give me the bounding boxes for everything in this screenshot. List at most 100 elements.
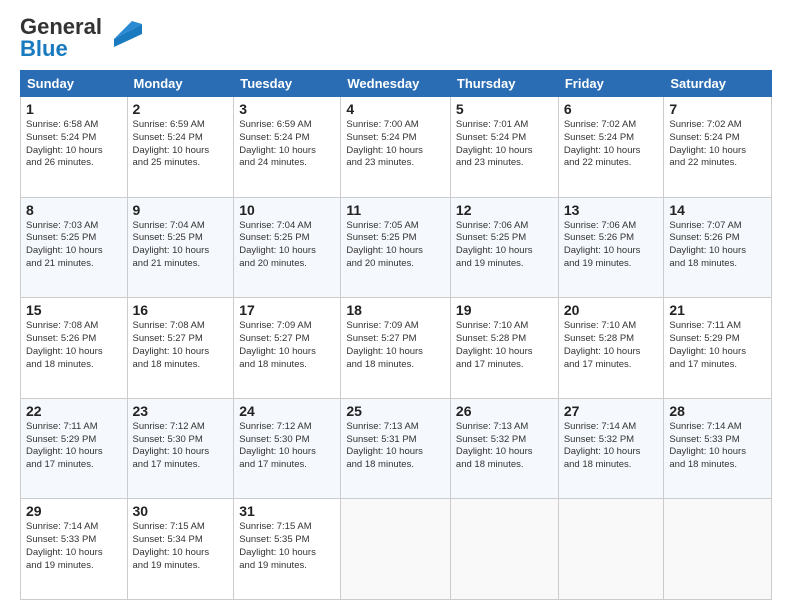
page: GeneralBlue SundayMondayTuesdayWednesday… [0, 0, 792, 612]
calendar-cell: 5 Sunrise: 7:01 AM Sunset: 5:24 PM Daylig… [450, 97, 558, 198]
day-number: 19 [456, 302, 553, 318]
day-number: 26 [456, 403, 553, 419]
day-number: 5 [456, 101, 553, 117]
calendar-header-saturday: Saturday [664, 71, 772, 97]
calendar-cell: 12Sunrise: 7:06 AM Sunset: 5:25 PM Dayli… [450, 197, 558, 298]
calendar-cell: 26 Sunrise: 7:13 AM Sunset: 5:32 PM Dayli… [450, 398, 558, 499]
day-number: 29 [26, 503, 122, 519]
day-info: Sunrise: 7:11 AM Sunset: 5:29 PM Dayligh… [669, 320, 766, 371]
day-number: 9 [133, 202, 229, 218]
calendar-cell: 22 Sunrise: 7:11 AM Sunset: 5:29 PM Dayli… [21, 398, 128, 499]
calendar-cell: 27Sunrise: 7:14 AM Sunset: 5:32 PM Dayli… [558, 398, 664, 499]
calendar-header-thursday: Thursday [450, 71, 558, 97]
day-number: 6 [564, 101, 659, 117]
calendar-cell: 30 Sunrise: 7:15 AM Sunset: 5:34 PM Dayli… [127, 499, 234, 600]
day-number: 8 [26, 202, 122, 218]
calendar-cell: 31 Sunrise: 7:15 AM Sunset: 5:35 PM Dayli… [234, 499, 341, 600]
day-info: Sunrise: 7:02 AM Sunset: 5:24 PM Dayligh… [564, 119, 659, 170]
day-info: Sunrise: 7:13 AM Sunset: 5:31 PM Dayligh… [346, 421, 445, 472]
calendar-week-row: 22 Sunrise: 7:11 AM Sunset: 5:29 PM Dayli… [21, 398, 772, 499]
calendar-cell: 2 Sunrise: 6:59 AM Sunset: 5:24 PM Daylig… [127, 97, 234, 198]
day-number: 28 [669, 403, 766, 419]
day-info: Sunrise: 7:06 AM Sunset: 5:26 PM Dayligh… [564, 220, 659, 271]
calendar-cell: 14 Sunrise: 7:07 AM Sunset: 5:26 PM Dayli… [664, 197, 772, 298]
logo: GeneralBlue [20, 16, 142, 60]
calendar-cell: 17 Sunrise: 7:09 AM Sunset: 5:27 PM Dayli… [234, 298, 341, 399]
logo-icon [104, 19, 142, 49]
calendar-cell: 19 Sunrise: 7:10 AM Sunset: 5:28 PM Dayli… [450, 298, 558, 399]
day-number: 24 [239, 403, 335, 419]
calendar-cell: 3 Sunrise: 6:59 AM Sunset: 5:24 PM Daylig… [234, 97, 341, 198]
calendar-cell: 28 Sunrise: 7:14 AM Sunset: 5:33 PM Dayli… [664, 398, 772, 499]
day-info: Sunrise: 7:05 AM Sunset: 5:25 PM Dayligh… [346, 220, 445, 271]
calendar-cell: 13Sunrise: 7:06 AM Sunset: 5:26 PM Dayli… [558, 197, 664, 298]
calendar-cell: 21 Sunrise: 7:11 AM Sunset: 5:29 PM Dayli… [664, 298, 772, 399]
calendar-cell: 15 Sunrise: 7:08 AM Sunset: 5:26 PM Dayli… [21, 298, 128, 399]
day-info: Sunrise: 6:59 AM Sunset: 5:24 PM Dayligh… [239, 119, 335, 170]
day-info: Sunrise: 7:10 AM Sunset: 5:28 PM Dayligh… [456, 320, 553, 371]
calendar-week-row: 29 Sunrise: 7:14 AM Sunset: 5:33 PM Dayli… [21, 499, 772, 600]
day-number: 22 [26, 403, 122, 419]
day-number: 18 [346, 302, 445, 318]
day-number: 10 [239, 202, 335, 218]
day-number: 25 [346, 403, 445, 419]
day-info: Sunrise: 7:14 AM Sunset: 5:33 PM Dayligh… [26, 521, 122, 572]
day-number: 20 [564, 302, 659, 318]
calendar-cell: 9 Sunrise: 7:04 AM Sunset: 5:25 PM Daylig… [127, 197, 234, 298]
day-info: Sunrise: 6:59 AM Sunset: 5:24 PM Dayligh… [133, 119, 229, 170]
day-info: Sunrise: 7:14 AM Sunset: 5:33 PM Dayligh… [669, 421, 766, 472]
calendar-week-row: 8Sunrise: 7:03 AM Sunset: 5:25 PM Daylig… [21, 197, 772, 298]
calendar-cell [341, 499, 451, 600]
day-number: 7 [669, 101, 766, 117]
day-number: 30 [133, 503, 229, 519]
day-info: Sunrise: 7:12 AM Sunset: 5:30 PM Dayligh… [133, 421, 229, 472]
day-number: 31 [239, 503, 335, 519]
day-info: Sunrise: 7:11 AM Sunset: 5:29 PM Dayligh… [26, 421, 122, 472]
calendar-week-row: 1 Sunrise: 6:58 AM Sunset: 5:24 PM Daylig… [21, 97, 772, 198]
calendar-cell [450, 499, 558, 600]
day-number: 2 [133, 101, 229, 117]
day-info: Sunrise: 7:02 AM Sunset: 5:24 PM Dayligh… [669, 119, 766, 170]
day-number: 15 [26, 302, 122, 318]
day-info: Sunrise: 7:01 AM Sunset: 5:24 PM Dayligh… [456, 119, 553, 170]
day-info: Sunrise: 7:06 AM Sunset: 5:25 PM Dayligh… [456, 220, 553, 271]
day-info: Sunrise: 7:09 AM Sunset: 5:27 PM Dayligh… [239, 320, 335, 371]
day-info: Sunrise: 7:07 AM Sunset: 5:26 PM Dayligh… [669, 220, 766, 271]
day-number: 1 [26, 101, 122, 117]
day-number: 14 [669, 202, 766, 218]
day-number: 23 [133, 403, 229, 419]
day-info: Sunrise: 7:04 AM Sunset: 5:25 PM Dayligh… [133, 220, 229, 271]
calendar-cell: 4Sunrise: 7:00 AM Sunset: 5:24 PM Daylig… [341, 97, 451, 198]
calendar-cell [558, 499, 664, 600]
day-number: 17 [239, 302, 335, 318]
day-info: Sunrise: 7:04 AM Sunset: 5:25 PM Dayligh… [239, 220, 335, 271]
day-info: Sunrise: 7:12 AM Sunset: 5:30 PM Dayligh… [239, 421, 335, 472]
calendar-cell: 8Sunrise: 7:03 AM Sunset: 5:25 PM Daylig… [21, 197, 128, 298]
calendar-cell: 1 Sunrise: 6:58 AM Sunset: 5:24 PM Daylig… [21, 97, 128, 198]
calendar-header-wednesday: Wednesday [341, 71, 451, 97]
day-number: 4 [346, 101, 445, 117]
day-info: Sunrise: 7:10 AM Sunset: 5:28 PM Dayligh… [564, 320, 659, 371]
calendar-cell: 6 Sunrise: 7:02 AM Sunset: 5:24 PM Daylig… [558, 97, 664, 198]
calendar-cell: 25 Sunrise: 7:13 AM Sunset: 5:31 PM Dayli… [341, 398, 451, 499]
calendar-week-row: 15 Sunrise: 7:08 AM Sunset: 5:26 PM Dayli… [21, 298, 772, 399]
day-number: 3 [239, 101, 335, 117]
calendar-cell: 20 Sunrise: 7:10 AM Sunset: 5:28 PM Dayli… [558, 298, 664, 399]
logo-text: GeneralBlue [20, 16, 102, 60]
calendar-header-monday: Monday [127, 71, 234, 97]
calendar-cell: 18 Sunrise: 7:09 AM Sunset: 5:27 PM Dayli… [341, 298, 451, 399]
calendar-header-friday: Friday [558, 71, 664, 97]
header: GeneralBlue [20, 16, 772, 60]
day-number: 16 [133, 302, 229, 318]
day-info: Sunrise: 6:58 AM Sunset: 5:24 PM Dayligh… [26, 119, 122, 170]
calendar-cell: 24 Sunrise: 7:12 AM Sunset: 5:30 PM Dayli… [234, 398, 341, 499]
day-info: Sunrise: 7:15 AM Sunset: 5:35 PM Dayligh… [239, 521, 335, 572]
calendar-cell: 29 Sunrise: 7:14 AM Sunset: 5:33 PM Dayli… [21, 499, 128, 600]
day-info: Sunrise: 7:13 AM Sunset: 5:32 PM Dayligh… [456, 421, 553, 472]
day-info: Sunrise: 7:08 AM Sunset: 5:26 PM Dayligh… [26, 320, 122, 371]
calendar-cell: 23 Sunrise: 7:12 AM Sunset: 5:30 PM Dayli… [127, 398, 234, 499]
day-info: Sunrise: 7:09 AM Sunset: 5:27 PM Dayligh… [346, 320, 445, 371]
day-number: 21 [669, 302, 766, 318]
day-info: Sunrise: 7:15 AM Sunset: 5:34 PM Dayligh… [133, 521, 229, 572]
calendar-cell: 11Sunrise: 7:05 AM Sunset: 5:25 PM Dayli… [341, 197, 451, 298]
